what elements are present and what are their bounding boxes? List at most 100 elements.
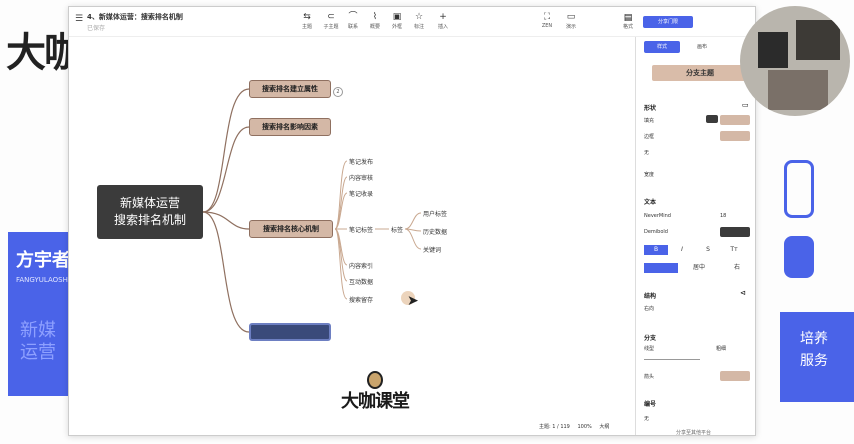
present-icon: ▭ bbox=[566, 12, 576, 22]
font-family-select[interactable]: NeverMind bbox=[644, 213, 671, 219]
structure-icon[interactable]: ⊲ bbox=[740, 289, 746, 297]
document-title[interactable]: 4、新媒体运营：搜索排名机制 bbox=[87, 12, 183, 22]
toolbar-relation-button[interactable]: ⌒ 联系 bbox=[341, 11, 365, 30]
app-window: ☰ 4、新媒体运营：搜索排名机制 已保存 ⇆ 主题 ⊂ 子主题 ⌒ 联系 ⌇ 概… bbox=[68, 6, 756, 436]
background-card-faded-text: 新媒运营 bbox=[20, 320, 56, 363]
mindmap-canvas[interactable]: 新媒体运营 搜索排名机制 搜索排名建立属性 2 搜索排名影响因素 搜索排名核心机… bbox=[69, 37, 635, 435]
webcam-shape bbox=[758, 32, 788, 68]
root-topic-line-2: 搜索排名机制 bbox=[113, 213, 186, 227]
branch-topic-selected[interactable] bbox=[249, 323, 331, 341]
border-none-option[interactable]: 无 bbox=[644, 149, 649, 156]
screen: 大咖 方宇者 FANGYULAOSHI 新媒运营 培养 服务 ☰ 4、新媒体运营… bbox=[0, 0, 854, 444]
webcam-shape bbox=[768, 70, 828, 110]
branch-line-label: 线型 bbox=[644, 346, 655, 352]
root-topic-line-1: 新媒体运营 bbox=[119, 196, 180, 210]
width-label: 宽度 bbox=[644, 172, 655, 178]
subtopic-icon: ⊂ bbox=[327, 12, 335, 22]
style-preset-button[interactable]: 分支主题 bbox=[652, 65, 748, 81]
bold-button[interactable]: B bbox=[644, 245, 668, 255]
root-topic[interactable]: 新媒体运营 搜索排名机制 bbox=[97, 185, 203, 239]
leaf-topic[interactable]: 内容审核 bbox=[349, 173, 373, 182]
shape-section-title: 形状 bbox=[644, 105, 657, 112]
leaf-topic[interactable]: 笔记发布 bbox=[349, 157, 373, 166]
branch-topic-mechanism[interactable]: 搜索排名核心机制 bbox=[249, 220, 333, 238]
fill-label: 填充 bbox=[644, 118, 655, 124]
italic-button[interactable]: I bbox=[670, 245, 694, 255]
numbering-value[interactable]: 无 bbox=[644, 415, 649, 422]
menu-icon[interactable]: ☰ bbox=[75, 14, 83, 24]
align-left-button[interactable] bbox=[644, 263, 678, 273]
format-icon: ▤ bbox=[623, 13, 633, 23]
fill-color-swatch[interactable] bbox=[720, 115, 750, 125]
toolbar-theme-button[interactable]: ⇆ 主题 bbox=[295, 11, 319, 30]
leaf-topic[interactable]: 关键词 bbox=[423, 245, 441, 254]
branch-color-swatch[interactable] bbox=[720, 371, 750, 381]
leaf-topic[interactable]: 用户标签 bbox=[423, 209, 447, 218]
panel-footer[interactable]: 分享至其他平台 bbox=[676, 429, 711, 435]
background-card: 方宇者 FANGYULAOSHI 新媒运营 bbox=[8, 232, 70, 396]
toolbar-label: ZEN bbox=[541, 23, 553, 29]
align-center-button[interactable]: 居中 bbox=[682, 263, 716, 273]
theme-icon: ⇆ bbox=[303, 12, 311, 22]
plus-icon: + bbox=[439, 12, 447, 22]
webcam-shape bbox=[796, 20, 840, 60]
tab-style[interactable]: 样式 bbox=[644, 41, 680, 53]
leaf-topic-tag[interactable]: 标签 bbox=[391, 225, 403, 234]
text-color-swatch[interactable] bbox=[720, 227, 750, 237]
summary-icon: ⌇ bbox=[372, 12, 378, 22]
background-phone-icon bbox=[784, 160, 814, 218]
text-case-button[interactable]: Tт bbox=[722, 245, 746, 255]
format-panel: 样式 画布 分支主题 形状 ▭ 填充 边框 无 宽度 文本 NeverMind … bbox=[635, 37, 755, 435]
border-color-swatch[interactable] bbox=[720, 131, 750, 141]
toolbar-label: 演示 bbox=[565, 24, 576, 30]
toolbar-zen-button[interactable]: ⛶ ZEN bbox=[535, 11, 559, 29]
outline-toggle[interactable]: 大纲 bbox=[599, 424, 609, 430]
branch-topic-attributes[interactable]: 搜索排名建立属性 bbox=[249, 80, 331, 98]
shape-icon[interactable]: ▭ bbox=[742, 101, 749, 109]
leaf-topic[interactable]: 互动数据 bbox=[349, 277, 373, 286]
branch-topic-factors[interactable]: 搜索排名影响因素 bbox=[249, 118, 331, 136]
webcam-overlay bbox=[740, 6, 850, 116]
leaf-topic-note-tag[interactable]: 笔记标签 bbox=[349, 225, 373, 234]
topic-count: 主题: 1 / 119 bbox=[539, 424, 570, 430]
text-section-title: 文本 bbox=[644, 199, 657, 206]
font-weight-select[interactable]: Demibold bbox=[644, 229, 668, 235]
fill-style-icon[interactable] bbox=[706, 115, 718, 123]
toolbar-label: 联系 bbox=[347, 24, 358, 30]
toolbar-summary-button[interactable]: ⌇ 概要 bbox=[363, 11, 387, 30]
toolbar-label: 标注 bbox=[413, 24, 424, 30]
background-card-title: 方宇者 bbox=[16, 250, 70, 271]
leaf-topic[interactable]: 历史数据 bbox=[423, 227, 447, 236]
tab-canvas[interactable]: 画布 bbox=[684, 41, 720, 53]
background-paw-icon bbox=[784, 236, 814, 278]
toolbar-boundary-button[interactable]: ▣ 外框 bbox=[385, 11, 409, 30]
fullscreen-icon: ⛶ bbox=[543, 12, 551, 22]
toolbar-label: 子主题 bbox=[323, 24, 339, 30]
status-bar: 主题: 1 / 119 100% 大纲 bbox=[539, 423, 615, 430]
background-card-subtitle: FANGYULAOSHI bbox=[16, 276, 70, 284]
toolbar-marker-button[interactable]: ☆ 标注 bbox=[407, 11, 431, 30]
strikethrough-button[interactable]: S bbox=[696, 245, 720, 255]
font-size-select[interactable]: 18 bbox=[720, 213, 726, 219]
leaf-topic[interactable]: 搜索留存 bbox=[349, 295, 373, 304]
toolbar-insert-button[interactable]: + 插入 bbox=[431, 11, 455, 30]
leaf-topic[interactable]: 笔记收录 bbox=[349, 189, 373, 198]
structure-value[interactable]: 右向 bbox=[644, 305, 654, 312]
share-button[interactable]: 分享门限 bbox=[643, 16, 693, 28]
format-panel-button[interactable]: ▤ 格式 bbox=[621, 13, 635, 30]
toolbar-present-button[interactable]: ▭ 演示 bbox=[559, 11, 583, 30]
boundary-icon: ▣ bbox=[392, 12, 402, 22]
top-toolbar: ☰ 4、新媒体运营：搜索排名机制 已保存 ⇆ 主题 ⊂ 子主题 ⌒ 联系 ⌇ 概… bbox=[69, 7, 755, 37]
toolbar-subtopic-button[interactable]: ⊂ 子主题 bbox=[319, 11, 343, 30]
mouse-cursor-icon: ➤ bbox=[407, 293, 419, 309]
save-status: 已保存 bbox=[87, 25, 106, 32]
toolbar-label: 外框 bbox=[391, 24, 402, 30]
align-right-button[interactable]: 右 bbox=[720, 263, 754, 273]
toolbar-label: 主题 bbox=[301, 24, 312, 30]
branch-line-preview[interactable] bbox=[644, 359, 700, 360]
leaf-topic[interactable]: 内容索引 bbox=[349, 261, 373, 270]
structure-section-title: 结构 bbox=[644, 293, 657, 300]
collapse-badge[interactable]: 2 bbox=[333, 87, 343, 97]
zoom-level[interactable]: 100% bbox=[577, 424, 591, 430]
star-icon: ☆ bbox=[414, 12, 424, 22]
